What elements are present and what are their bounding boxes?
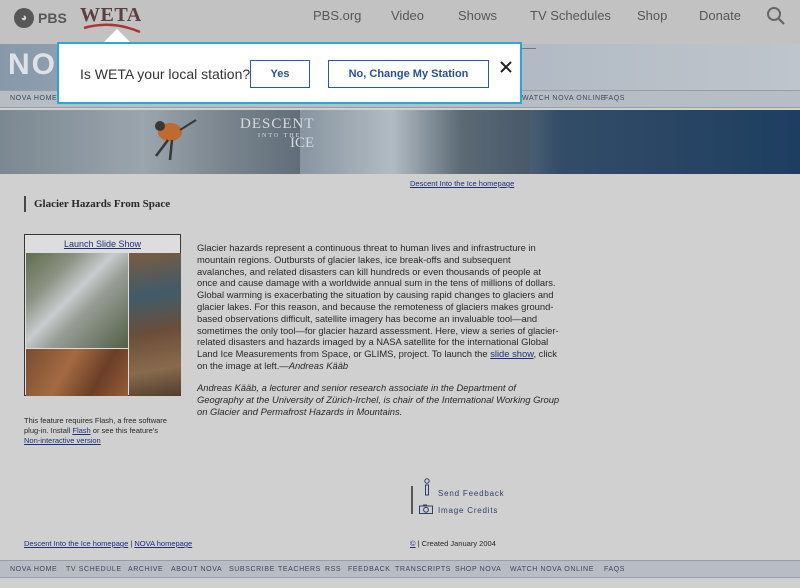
foot-nav-teachers[interactable]: TEACHERS: [278, 566, 321, 573]
modal-pointer: [103, 29, 131, 43]
climber-icon: [155, 119, 197, 161]
foot-nav-feedback[interactable]: FEEDBACK: [348, 566, 391, 573]
footer-links: Descent Into the Ice homepage | NOVA hom…: [24, 539, 192, 548]
banner-title-line3: ICE: [290, 135, 315, 151]
info-icon: [424, 478, 430, 496]
satellite-image-terrain[interactable]: [26, 349, 128, 396]
nav-shows[interactable]: Shows: [458, 8, 497, 23]
slide-show-inline-link[interactable]: slide show: [490, 348, 533, 359]
nova-nav-bottom: NOVA HOME TV SCHEDULE ARCHIVE ABOUT NOVA…: [0, 560, 800, 578]
page-title: Glacier Hazards From Space: [34, 198, 171, 210]
nova-nav-home[interactable]: NOVA HOME: [10, 95, 57, 102]
search-icon[interactable]: [766, 6, 786, 26]
slideshow-panel[interactable]: Launch Slide Show: [24, 234, 181, 396]
camera-icon: [419, 504, 433, 514]
banner-ice-image: [300, 110, 530, 174]
intro-text-before: Glacier hazards represent a continuous t…: [197, 242, 559, 360]
foot-nav-watch-online[interactable]: WATCH NOVA ONLINE: [510, 566, 594, 573]
image-credits-link[interactable]: Image Credits: [438, 506, 498, 515]
foot-nav-nova-home[interactable]: NOVA HOME: [10, 566, 57, 573]
close-icon[interactable]: [498, 59, 514, 75]
nova-nav-faqs[interactable]: FAQS: [604, 95, 625, 102]
banner-title-line1: DESCENT: [240, 116, 315, 132]
nav-shop[interactable]: Shop: [637, 8, 667, 23]
nav-donate[interactable]: Donate: [699, 8, 741, 23]
foot-nav-shop-nova[interactable]: SHOP NOVA: [455, 566, 501, 573]
pbs-logo-text: PBS: [38, 10, 67, 26]
nova-homepage-link[interactable]: NOVA homepage: [134, 539, 192, 548]
created-text: | Created January 2004: [415, 539, 496, 548]
send-feedback-link[interactable]: Send Feedback: [438, 489, 504, 498]
change-station-button[interactable]: No, Change My Station: [328, 60, 489, 88]
banner-title: DESCENT INTO THE ICE: [240, 116, 315, 152]
descent-homepage-link-top[interactable]: Descent Into the Ice homepage: [410, 179, 514, 188]
author-byline: Andreas Kääb, a lecturer and senior rese…: [197, 382, 560, 417]
foot-nav-faqs[interactable]: FAQS: [604, 566, 625, 573]
foot-nav-tv-schedule[interactable]: TV SCHEDULE: [66, 566, 122, 573]
feedback-divider: [411, 486, 413, 514]
satellite-image-glacier[interactable]: [26, 253, 128, 348]
launch-slideshow-link[interactable]: Launch Slide Show: [25, 239, 180, 249]
satellite-image-valley[interactable]: [129, 253, 181, 396]
foot-nav-subscribe[interactable]: SUBSCRIBE: [229, 566, 275, 573]
non-interactive-version-link[interactable]: Non-interactive version: [24, 436, 101, 445]
page-title-block: Glacier Hazards From Space: [24, 196, 170, 212]
descent-banner: DESCENT INTO THE ICE: [0, 110, 800, 174]
flash-note-text2: or see this feature's: [90, 426, 159, 435]
flash-requirement-note: This feature requires Flash, a free soft…: [24, 416, 184, 446]
nav-pbs-org[interactable]: PBS.org: [313, 8, 361, 23]
station-prompt-modal: Is WETA your local station? Yes No, Chan…: [57, 42, 522, 104]
foot-nav-about-nova[interactable]: ABOUT NOVA: [171, 566, 222, 573]
flash-install-link[interactable]: Flash: [72, 426, 90, 435]
nav-tv-schedules[interactable]: TV Schedules: [530, 8, 611, 23]
pbs-logo[interactable]: ◕ PBS: [14, 8, 67, 28]
descent-homepage-link-bottom[interactable]: Descent Into the Ice homepage: [24, 539, 128, 548]
nova-nav-watch-online[interactable]: WATCH NOVA ONLINE: [522, 95, 606, 102]
yes-button[interactable]: Yes: [250, 60, 310, 88]
intro-signature: —Andreas Kääb: [279, 359, 349, 371]
foot-nav-rss[interactable]: RSS: [325, 566, 341, 573]
station-question: Is WETA your local station?: [80, 66, 251, 82]
foot-nav-transcripts[interactable]: TRANSCRIPTS: [395, 566, 451, 573]
foot-nav-archive[interactable]: ARCHIVE: [128, 566, 163, 573]
nav-video[interactable]: Video: [391, 8, 424, 23]
intro-paragraph: Glacier hazards represent a continuous t…: [197, 242, 563, 372]
pbs-logo-icon: ◕: [14, 8, 34, 28]
created-date: © | Created January 2004: [410, 539, 496, 548]
